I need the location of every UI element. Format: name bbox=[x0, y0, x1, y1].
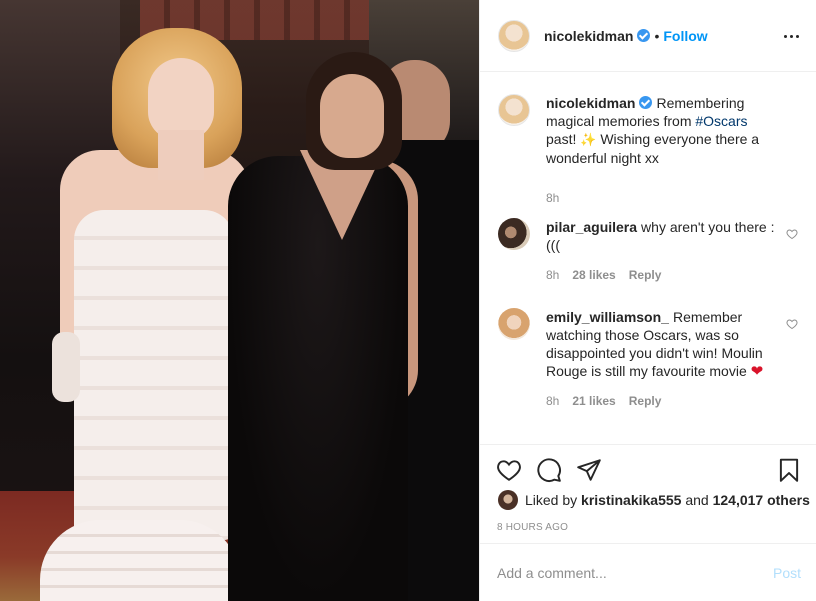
comment-age[interactable]: 8h bbox=[546, 266, 559, 284]
comment-item: emily_williamson_ Remember watching those… bbox=[498, 308, 798, 410]
likes-summary: Liked by kristinakika555 and 124,017 oth… bbox=[498, 490, 810, 510]
caption: nicolekidman Remembering magical memories… bbox=[498, 94, 798, 207]
red-heart-emoji-icon: ❤ bbox=[750, 363, 764, 380]
caption-age[interactable]: 8h bbox=[546, 189, 559, 207]
add-comment-bar: Post bbox=[480, 543, 816, 601]
comment-username[interactable]: emily_williamson_ bbox=[546, 309, 669, 325]
verified-badge-icon bbox=[639, 96, 653, 109]
photo-woman-white-neck bbox=[158, 130, 204, 180]
post-side-panel: nicolekidman • Follow nicolekidman Rememb… bbox=[479, 0, 816, 601]
follow-button[interactable]: Follow bbox=[663, 28, 707, 44]
photo-white-dress-hem bbox=[40, 520, 240, 601]
commenter-avatar[interactable] bbox=[498, 218, 530, 250]
comment-input[interactable] bbox=[497, 564, 773, 581]
caption-avatar[interactable] bbox=[498, 94, 530, 126]
comments-list[interactable]: nicolekidman Remembering magical memories… bbox=[480, 72, 816, 452]
comment-age[interactable]: 8h bbox=[546, 392, 559, 410]
instagram-post: nicolekidman • Follow nicolekidman Rememb… bbox=[0, 0, 816, 601]
photo-clutch-bag bbox=[52, 332, 80, 402]
liker-avatar[interactable] bbox=[498, 490, 518, 510]
sparkles-emoji-icon: ✨ bbox=[580, 132, 597, 147]
header-separator: • bbox=[654, 27, 660, 44]
photo-woman-white-face bbox=[148, 58, 214, 140]
bookmark-icon[interactable] bbox=[776, 457, 802, 483]
author-avatar[interactable] bbox=[498, 19, 530, 52]
comment-meta: 8h 21 likes Reply bbox=[546, 392, 776, 410]
commenter-avatar[interactable] bbox=[498, 308, 530, 340]
photo-white-dress bbox=[74, 210, 234, 540]
likes-count[interactable]: 124,017 others bbox=[713, 492, 810, 508]
verified-badge-icon bbox=[637, 29, 651, 42]
comment-likes[interactable]: 28 likes bbox=[572, 266, 615, 284]
share-icon[interactable] bbox=[576, 457, 602, 483]
author-username[interactable]: nicolekidman bbox=[544, 28, 633, 44]
more-options-icon[interactable] bbox=[781, 26, 801, 46]
liker-username[interactable]: kristinakika555 bbox=[581, 492, 681, 508]
caption-meta: 8h bbox=[546, 189, 776, 207]
photo-woman-black-face bbox=[320, 74, 384, 158]
comment-icon[interactable] bbox=[536, 457, 562, 483]
comment-like-heart-icon[interactable] bbox=[786, 228, 798, 240]
reply-button[interactable]: Reply bbox=[629, 392, 662, 410]
heart-icon[interactable] bbox=[496, 457, 522, 483]
comment-item: pilar_aguilera why aren't you there :((( … bbox=[498, 218, 798, 284]
likes-prefix: Liked by bbox=[525, 492, 582, 508]
likes-middle: and bbox=[681, 492, 713, 508]
caption-text-2: past! bbox=[546, 131, 581, 147]
reply-button[interactable]: Reply bbox=[629, 266, 662, 284]
comment-meta: 8h 28 likes Reply bbox=[546, 266, 776, 284]
comment-username[interactable]: pilar_aguilera bbox=[546, 219, 637, 235]
comment-likes[interactable]: 21 likes bbox=[572, 392, 615, 410]
post-timestamp[interactable]: 8 HOURS AGO bbox=[497, 522, 568, 533]
post-header: nicolekidman • Follow bbox=[480, 0, 816, 72]
comment-like-heart-icon[interactable] bbox=[786, 318, 798, 330]
hashtag-link[interactable]: #Oscars bbox=[695, 113, 747, 129]
post-comment-button[interactable]: Post bbox=[773, 565, 801, 581]
post-actions-bar bbox=[480, 444, 816, 494]
caption-username[interactable]: nicolekidman bbox=[546, 95, 635, 111]
post-photo[interactable] bbox=[0, 0, 479, 601]
